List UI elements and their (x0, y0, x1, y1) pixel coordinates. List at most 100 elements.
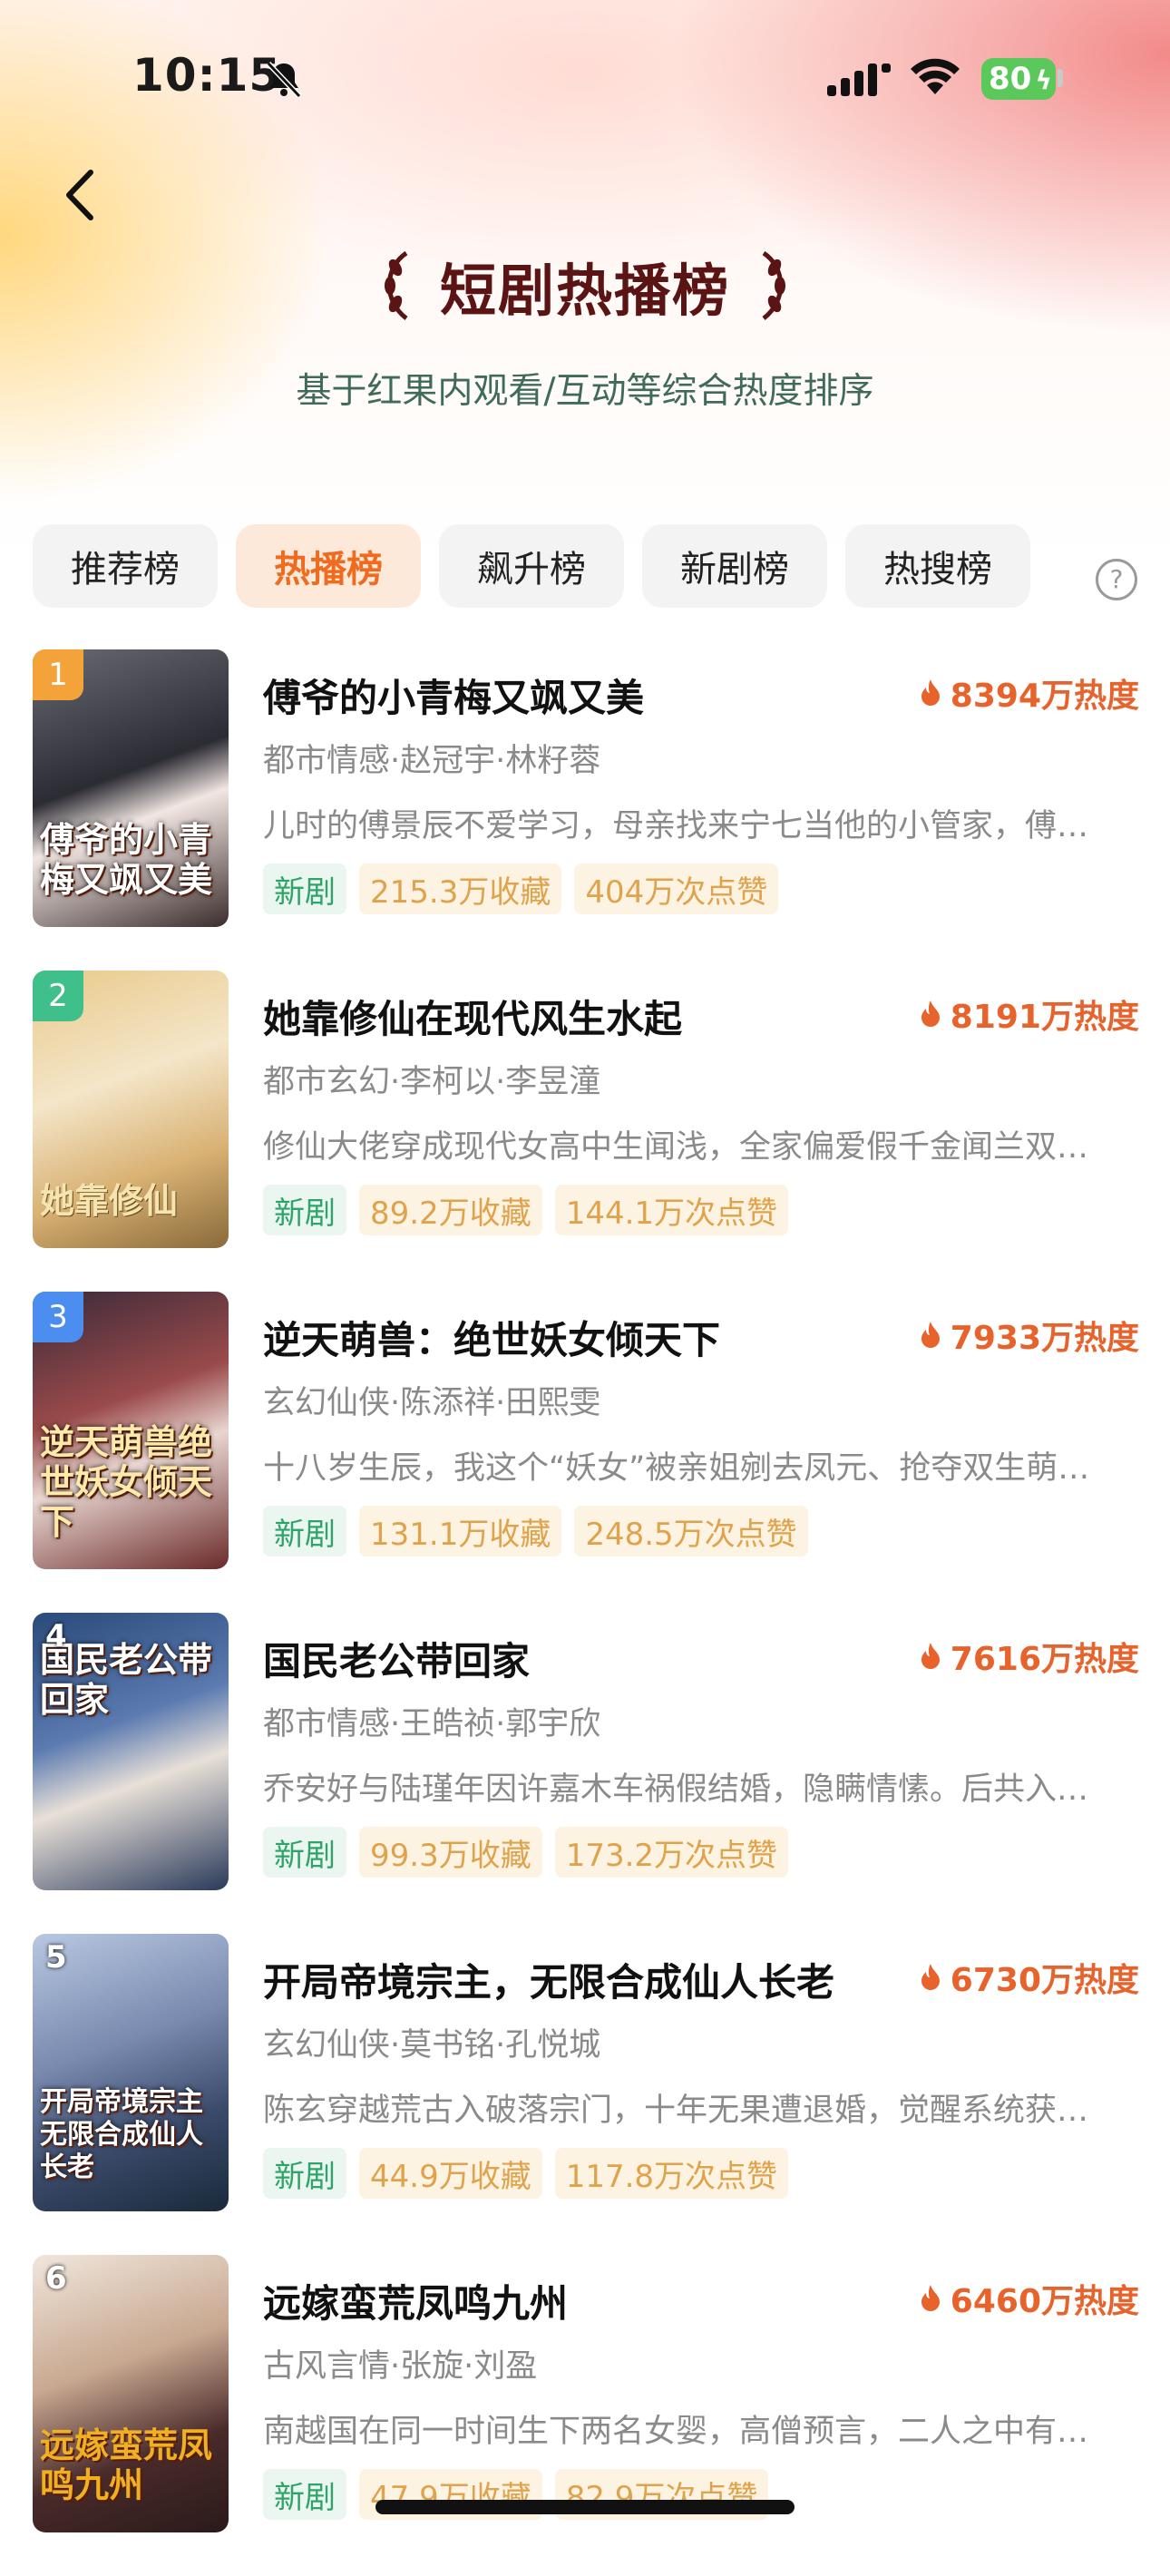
page-title: 短剧热播榜 (439, 258, 730, 324)
battery-indicator: 80 ϟ (981, 58, 1056, 100)
heat-score: 8191万热度 (920, 990, 1139, 1038)
flame-icon (921, 1322, 940, 1348)
heat-value: 6460万热度 (950, 2283, 1139, 2320)
tab-recommend[interactable]: 推荐榜 (33, 524, 218, 608)
poster-title-art: 开局帝境宗主无限合成仙人长老 (40, 2086, 203, 2183)
tab-hot-search[interactable]: 热搜榜 (845, 524, 1030, 608)
poster-title-art: 逆天萌兽绝世妖女倾天下 (40, 1421, 213, 1542)
heat-score: 6460万热度 (920, 2275, 1139, 2322)
likes-count: 248.5万次点赞 (574, 1506, 808, 1556)
poster-title-art: 她靠修仙 (40, 1180, 179, 1221)
heat-score: 7616万热度 (920, 1633, 1139, 1680)
poster-title-art: 国民老公带回家 (40, 1639, 213, 1720)
tag-row: 新剧 215.3万收藏 404万次点赞 (263, 864, 779, 914)
rank-badge: 1 (33, 649, 83, 700)
tab-label: 新剧榜 (680, 549, 789, 590)
new-badge: 新剧 (263, 1185, 346, 1235)
tab-label: 热播榜 (274, 549, 383, 590)
favorites-count: 99.3万收藏 (359, 1827, 542, 1878)
new-badge: 新剧 (263, 1827, 346, 1878)
poster-image[interactable]: 逆天萌兽绝世妖女倾天下 3 (33, 1292, 229, 1569)
drama-meta: 玄幻仙侠·陈添祥·田熙雯 (263, 1385, 601, 1421)
status-bar: 10:15 80 ϟ (0, 0, 1170, 154)
tab-rising[interactable]: 飙升榜 (439, 524, 624, 608)
flame-icon (921, 1964, 940, 1990)
battery-cap (1058, 69, 1063, 87)
rank-badge: 5 (45, 1939, 67, 1976)
favorites-count: 44.9万收藏 (359, 2148, 542, 2199)
heat-score: 6730万热度 (920, 1954, 1139, 2001)
favorites-count: 89.2万收藏 (359, 1185, 542, 1235)
drama-description: 修仙大佬穿成现代女高中生闻浅，全家偏爱假千金闻兰双… (263, 1129, 1089, 1166)
ranking-tabs: 推荐榜 热播榜 飙升榜 新剧榜 热搜榜 (33, 524, 1030, 608)
poster-title-art: 远嫁蛮荒凤鸣九州 (40, 2425, 213, 2505)
list-item[interactable]: 傅爷的小青梅又飒又美 1 傅爷的小青梅又飒又美 8394万热度 都市情感·赵冠宇… (0, 649, 1170, 971)
poster-image[interactable]: 开局帝境宗主无限合成仙人长老 5 (33, 1934, 229, 2211)
drama-title[interactable]: 傅爷的小青梅又飒又美 (263, 668, 644, 723)
tab-label: 热搜榜 (883, 549, 992, 590)
charging-bolt-icon: ϟ (1035, 65, 1052, 95)
new-badge: 新剧 (263, 864, 346, 914)
heat-value: 7616万热度 (950, 1641, 1139, 1678)
tag-row: 新剧 44.9万收藏 117.8万次点赞 (263, 2148, 789, 2199)
tab-hot-play[interactable]: 热播榜 (236, 524, 421, 608)
back-arrow-icon[interactable] (54, 163, 109, 227)
poster-image[interactable]: 傅爷的小青梅又飒又美 1 (33, 649, 229, 927)
flame-icon (921, 2285, 940, 2311)
tag-row: 新剧 99.3万收藏 173.2万次点赞 (263, 1827, 789, 1878)
drama-meta: 都市玄幻·李柯以·李昱潼 (263, 1064, 601, 1100)
heat-value: 7933万热度 (950, 1320, 1139, 1357)
rank-badge: 3 (33, 1292, 83, 1342)
likes-count: 117.8万次点赞 (554, 2148, 789, 2199)
drama-description: 十八岁生辰，我这个“妖女”被亲姐剜去凤元、抢夺双生萌… (263, 1450, 1090, 1487)
list-item[interactable]: 逆天萌兽绝世妖女倾天下 3 逆天萌兽：绝世妖女倾天下 7933万热度 玄幻仙侠·… (0, 1292, 1170, 1613)
drama-meta: 都市情感·王皓祯·郭宇欣 (263, 1706, 601, 1742)
drama-title[interactable]: 她靠修仙在现代风生水起 (263, 989, 682, 1044)
heat-value: 6730万热度 (950, 1962, 1139, 1999)
tag-row: 新剧 89.2万收藏 144.1万次点赞 (263, 1185, 789, 1235)
new-badge: 新剧 (263, 1506, 346, 1556)
favorites-count: 215.3万收藏 (359, 864, 562, 914)
wifi-icon (911, 58, 960, 94)
heat-value: 8394万热度 (950, 678, 1139, 715)
new-badge: 新剧 (263, 2469, 346, 2520)
drama-meta: 都市情感·赵冠宇·林籽蓉 (263, 743, 601, 779)
poster-image[interactable]: 远嫁蛮荒凤鸣九州 6 (33, 2255, 229, 2532)
drama-title[interactable]: 开局帝境宗主，无限合成仙人长老 (263, 1952, 834, 2007)
drama-meta: 玄幻仙侠·莫书铭·孔悦城 (263, 2027, 601, 2064)
rank-badge: 4 (45, 1618, 67, 1654)
drama-title[interactable]: 逆天萌兽：绝世妖女倾天下 (263, 1310, 720, 1365)
rank-badge: 6 (45, 2260, 67, 2297)
drama-description: 乔安好与陆瑾年因许嘉木车祸假结婚，隐瞒情愫。后共入… (263, 1771, 1089, 1808)
likes-count: 144.1万次点赞 (554, 1185, 789, 1235)
home-indicator[interactable] (375, 2500, 795, 2514)
drama-title[interactable]: 国民老公带回家 (263, 1631, 530, 1686)
list-item[interactable]: 她靠修仙 2 她靠修仙在现代风生水起 8191万热度 都市玄幻·李柯以·李昱潼 … (0, 971, 1170, 1292)
favorites-count: 131.1万收藏 (359, 1506, 562, 1556)
drama-description: 儿时的傅景辰不爱学习，母亲找来宁七当他的小管家，傅… (263, 808, 1089, 844)
tab-label: 飙升榜 (477, 549, 586, 590)
flame-icon (921, 1000, 940, 1027)
poster-image[interactable]: 国民老公带回家 4 (33, 1613, 229, 1890)
help-icon[interactable]: ? (1096, 559, 1137, 600)
heat-score: 8394万热度 (920, 669, 1139, 717)
heat-value: 8191万热度 (950, 999, 1139, 1036)
drama-title[interactable]: 远嫁蛮荒凤鸣九州 (263, 2273, 568, 2328)
flame-icon (921, 679, 940, 706)
drama-meta: 古风言情·张旋·刘盈 (263, 2348, 538, 2385)
list-item[interactable]: 国民老公带回家 4 国民老公带回家 7616万热度 都市情感·王皓祯·郭宇欣 乔… (0, 1613, 1170, 1934)
new-badge: 新剧 (263, 2148, 346, 2199)
drama-description: 陈玄穿越荒古入破落宗门，十年无果遭退婚，觉醒系统获… (263, 2093, 1089, 2129)
list-item[interactable]: 开局帝境宗主无限合成仙人长老 5 开局帝境宗主，无限合成仙人长老 6730万热度… (0, 1934, 1170, 2255)
laurel-right-icon (762, 250, 786, 320)
drama-ranking-list: 傅爷的小青梅又飒又美 1 傅爷的小青梅又飒又美 8394万热度 都市情感·赵冠宇… (0, 649, 1170, 2576)
drama-description: 南越国在同一时间生下两名女婴，高僧预言，二人之中有… (263, 2414, 1089, 2450)
poster-title-art: 傅爷的小青梅又飒又美 (40, 819, 213, 900)
rank-badge: 2 (33, 971, 83, 1021)
tab-new[interactable]: 新剧榜 (642, 524, 827, 608)
list-item[interactable]: 远嫁蛮荒凤鸣九州 6 远嫁蛮荒凤鸣九州 6460万热度 古风言情·张旋·刘盈 南… (0, 2255, 1170, 2576)
page-subtitle: 基于红果内观看/互动等综合热度排序 (296, 371, 874, 412)
tag-row: 新剧 131.1万收藏 248.5万次点赞 (263, 1506, 808, 1556)
poster-image[interactable]: 她靠修仙 2 (33, 971, 229, 1248)
heat-score: 7933万热度 (920, 1312, 1139, 1359)
